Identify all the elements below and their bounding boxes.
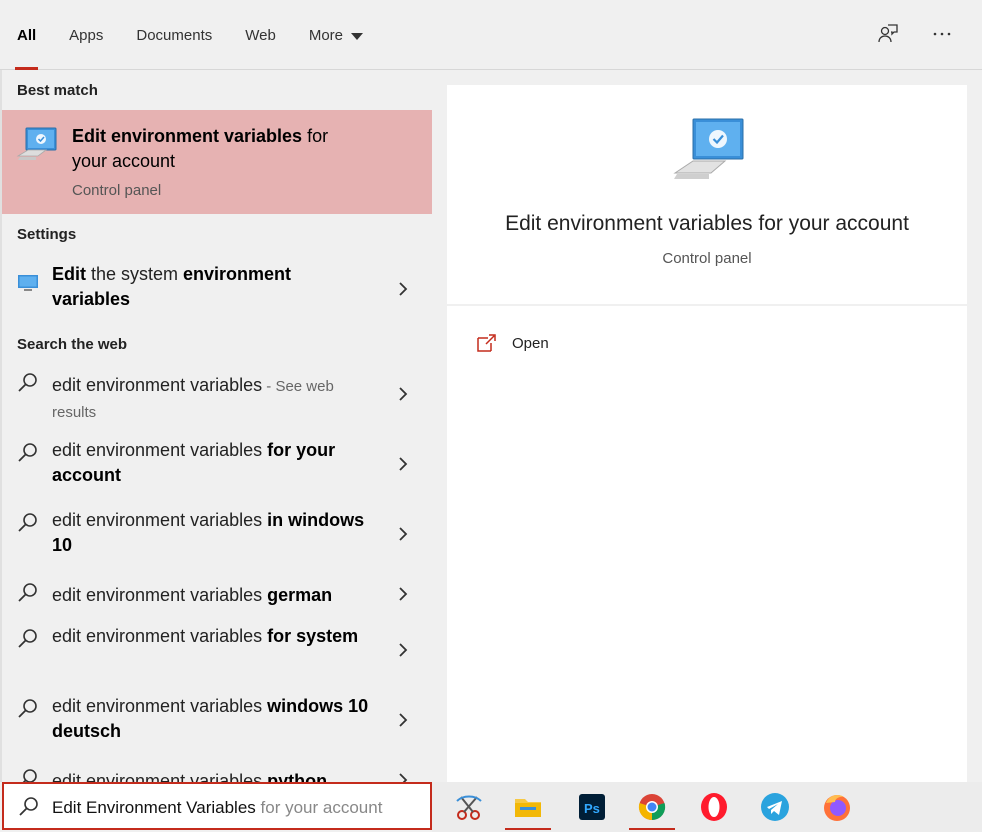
top-actions xyxy=(876,22,954,46)
open-external-icon xyxy=(477,334,496,352)
monitor-settings-icon xyxy=(18,275,38,291)
search-icon xyxy=(18,373,37,392)
settings-result[interactable]: Edit the system environment variables xyxy=(2,254,432,324)
web-result-label: edit environment variables python xyxy=(52,771,328,782)
preview-header: Edit environment variables for your acco… xyxy=(447,85,967,306)
settings-result-label: Edit the system environment variables xyxy=(52,264,292,309)
chevron-right-icon[interactable] xyxy=(396,773,410,782)
feedback-icon[interactable] xyxy=(876,22,900,46)
web-result-label: edit environment variables in windows 10 xyxy=(52,510,365,555)
chevron-right-icon[interactable] xyxy=(396,282,410,296)
section-search-web: Search the web xyxy=(17,335,128,353)
open-action[interactable]: Open xyxy=(475,328,549,358)
chevron-right-icon[interactable] xyxy=(396,457,410,471)
opera-icon[interactable] xyxy=(689,782,739,832)
best-match-result[interactable]: Edit environment variables for your acco… xyxy=(2,110,432,214)
preview-pane: Edit environment variables for your acco… xyxy=(447,85,967,782)
filter-bar: All Apps Documents Web More xyxy=(0,0,982,70)
web-result[interactable]: edit environment variables german xyxy=(2,574,432,620)
tab-more[interactable]: More xyxy=(309,0,364,70)
computer-monitor-icon xyxy=(673,118,744,179)
web-result-label: edit environment variables for system xyxy=(52,626,359,646)
best-match-title: Edit environment variables for your acco… xyxy=(72,126,329,171)
search-icon xyxy=(22,769,37,782)
chrome-icon[interactable] xyxy=(627,782,677,832)
chevron-right-icon[interactable] xyxy=(396,527,410,541)
chevron-right-icon[interactable] xyxy=(396,587,410,601)
tab-apps[interactable]: Apps xyxy=(69,0,103,70)
preview-title: Edit environment variables for your acco… xyxy=(505,212,909,235)
preview-subtitle: Control panel xyxy=(662,250,752,267)
ellipsis-icon[interactable] xyxy=(930,22,954,46)
section-best-match: Best match xyxy=(17,81,98,99)
search-icon xyxy=(18,629,37,648)
search-icon xyxy=(18,583,37,602)
caret-down-icon xyxy=(351,32,364,40)
web-result-label: edit environment variables for your acco… xyxy=(52,440,336,485)
chevron-right-icon[interactable] xyxy=(396,713,410,727)
search-box[interactable]: Edit Environment Variables for your acco… xyxy=(2,782,432,830)
web-result[interactable]: edit environment variables python xyxy=(2,760,432,782)
web-result[interactable]: edit environment variables windows 10 de… xyxy=(2,690,432,760)
taskbar: Ps xyxy=(432,782,982,832)
chevron-right-icon[interactable] xyxy=(396,387,410,401)
open-label: Open xyxy=(512,334,549,352)
tab-all[interactable]: All xyxy=(14,0,39,70)
search-icon xyxy=(18,443,37,462)
web-result[interactable]: edit environment variables in windows 10 xyxy=(2,504,432,574)
web-result[interactable]: edit environment variables for your acco… xyxy=(2,434,432,504)
tab-documents[interactable]: Documents xyxy=(136,0,212,70)
web-result[interactable]: edit environment variables for system xyxy=(2,620,432,690)
search-suggestion: for your account xyxy=(255,798,383,817)
web-result[interactable]: edit environment variables - See web res… xyxy=(2,364,432,434)
section-settings: Settings xyxy=(17,225,77,243)
search-icon xyxy=(19,797,38,816)
snipping-tool-icon[interactable] xyxy=(444,782,494,832)
search-icon xyxy=(18,513,37,532)
tab-web[interactable]: Web xyxy=(245,0,276,70)
results-list: Best match Edit environment variables fo… xyxy=(0,70,432,782)
web-result-label: edit environment variables - See web res… xyxy=(52,375,334,421)
photoshop-icon[interactable]: Ps xyxy=(567,782,617,832)
computer-monitor-icon xyxy=(16,127,57,160)
search-icon xyxy=(18,699,37,718)
best-match-subtitle: Control panel xyxy=(72,182,162,199)
chevron-right-icon[interactable] xyxy=(396,643,410,657)
web-result-label: edit environment variables german xyxy=(52,585,333,605)
telegram-icon[interactable] xyxy=(750,782,800,832)
web-result-label: edit environment variables windows 10 de… xyxy=(52,696,369,741)
filter-tabs: All Apps Documents Web More xyxy=(14,0,396,70)
search-input[interactable]: Edit Environment Variables for your acco… xyxy=(52,798,382,818)
file-explorer-icon[interactable] xyxy=(503,782,553,832)
firefox-icon[interactable] xyxy=(812,782,862,832)
svg-text:Ps: Ps xyxy=(584,801,600,816)
